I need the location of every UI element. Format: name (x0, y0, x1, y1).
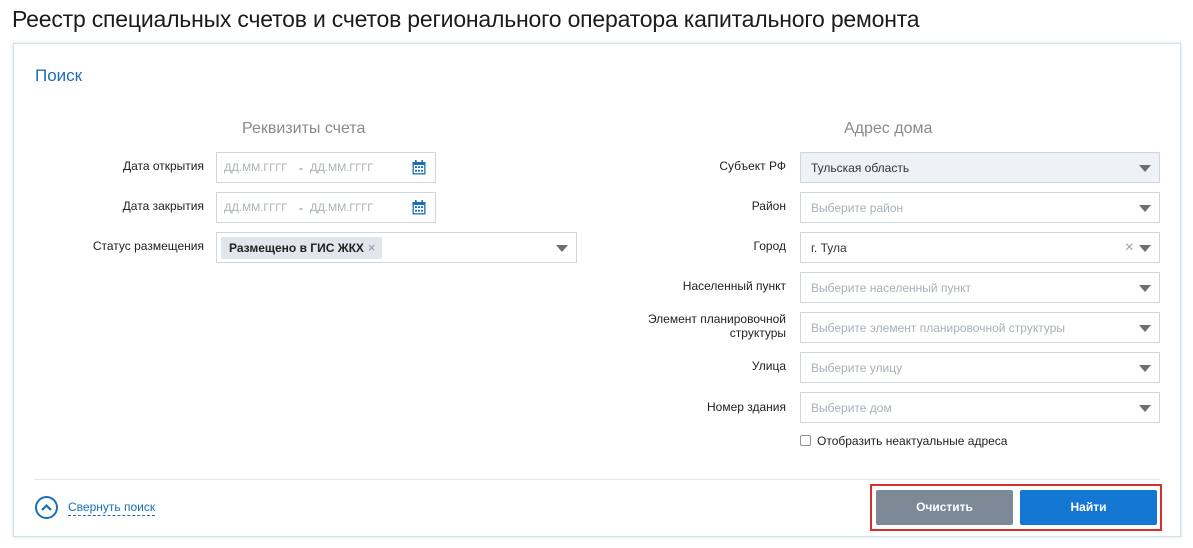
status-label: Статус размещения (92, 239, 204, 253)
street-select[interactable]: Выберите улицу (800, 352, 1160, 383)
street-placeholder: Выберите улицу (811, 361, 903, 375)
planning-element-placeholder: Выберите элемент планировочной структуры (811, 321, 1066, 335)
open-date-to-placeholder: ДД.ММ.ГГГГ (310, 162, 374, 174)
tag-remove-icon[interactable]: × (368, 240, 376, 255)
district-placeholder: Выберите район (811, 201, 904, 215)
building-select[interactable]: Выберите дом (800, 392, 1160, 423)
settlement-select[interactable]: Выберите населенный пункт (800, 272, 1160, 303)
chevron-down-icon[interactable] (1139, 325, 1151, 332)
settlement-label: Населенный пункт (682, 279, 786, 293)
collapse-search-link[interactable]: Свернуть поиск (68, 500, 156, 516)
status-select[interactable]: Размещено в ГИС ЖКХ × (216, 232, 577, 263)
status-tag: Размещено в ГИС ЖКХ × (221, 237, 382, 259)
planning-element-label-line2: структуры (729, 326, 786, 340)
chevron-down-icon[interactable] (1139, 405, 1151, 412)
show-inactive-checkbox[interactable] (800, 435, 811, 446)
chevron-down-icon[interactable] (556, 245, 568, 252)
building-label: Номер здания (706, 400, 786, 414)
planning-element-label-line1: Элемент планировочной (647, 312, 786, 326)
city-label: Город (753, 239, 786, 253)
show-inactive-label[interactable]: Отобразить неактуальные адреса (817, 434, 1007, 448)
divider (34, 479, 1160, 480)
find-button[interactable]: Найти (1020, 490, 1157, 525)
planning-element-label: Элемент планировочной структуры (648, 312, 786, 340)
close-date-label: Дата закрытия (122, 199, 204, 213)
subject-select[interactable]: Тульская область (800, 152, 1160, 183)
city-value: г. Тула (811, 241, 847, 255)
account-section-title: Реквизиты счета (242, 120, 366, 137)
close-date-from-placeholder: ДД.ММ.ГГГГ (224, 202, 288, 214)
open-date-from-placeholder: ДД.ММ.ГГГГ (224, 162, 288, 174)
open-date-range-field[interactable]: ДД.ММ.ГГГГ - ДД.ММ.ГГГГ (216, 152, 436, 183)
close-date-range-field[interactable]: ДД.ММ.ГГГГ - ДД.ММ.ГГГГ (216, 192, 436, 223)
chevron-up-circle-icon[interactable] (35, 496, 58, 519)
city-select[interactable]: г. Тула × (800, 232, 1160, 263)
address-section-title: Адрес дома (844, 120, 933, 137)
calendar-icon[interactable] (412, 200, 426, 215)
close-date-separator: - (299, 201, 303, 215)
street-label: Улица (751, 359, 786, 373)
subject-label: Субъект РФ (719, 159, 786, 173)
clear-button[interactable]: Очистить (876, 490, 1013, 525)
close-date-to-placeholder: ДД.ММ.ГГГГ (310, 202, 374, 214)
panel-title: Поиск (35, 66, 83, 85)
district-select[interactable]: Выберите район (800, 192, 1160, 223)
page-title: Реестр специальных счетов и счетов регио… (12, 6, 920, 32)
open-date-separator: - (299, 161, 303, 175)
open-date-label: Дата открытия (122, 159, 204, 173)
building-placeholder: Выберите дом (811, 401, 892, 415)
search-panel: Поиск Реквизиты счета Дата открытия ДД.М… (13, 43, 1181, 537)
chevron-down-icon[interactable] (1139, 245, 1151, 252)
subject-value: Тульская область (811, 161, 910, 175)
chevron-down-icon[interactable] (1139, 165, 1151, 172)
settlement-placeholder: Выберите населенный пункт (811, 281, 971, 295)
chevron-down-icon[interactable] (1139, 205, 1151, 212)
district-label: Район (751, 199, 786, 213)
clear-icon[interactable]: × (1125, 240, 1134, 256)
planning-element-select[interactable]: Выберите элемент планировочной структуры (800, 312, 1160, 343)
status-tag-label: Размещено в ГИС ЖКХ (229, 241, 364, 255)
chevron-down-icon[interactable] (1139, 365, 1151, 372)
chevron-down-icon[interactable] (1139, 285, 1151, 292)
calendar-icon[interactable] (412, 160, 426, 175)
